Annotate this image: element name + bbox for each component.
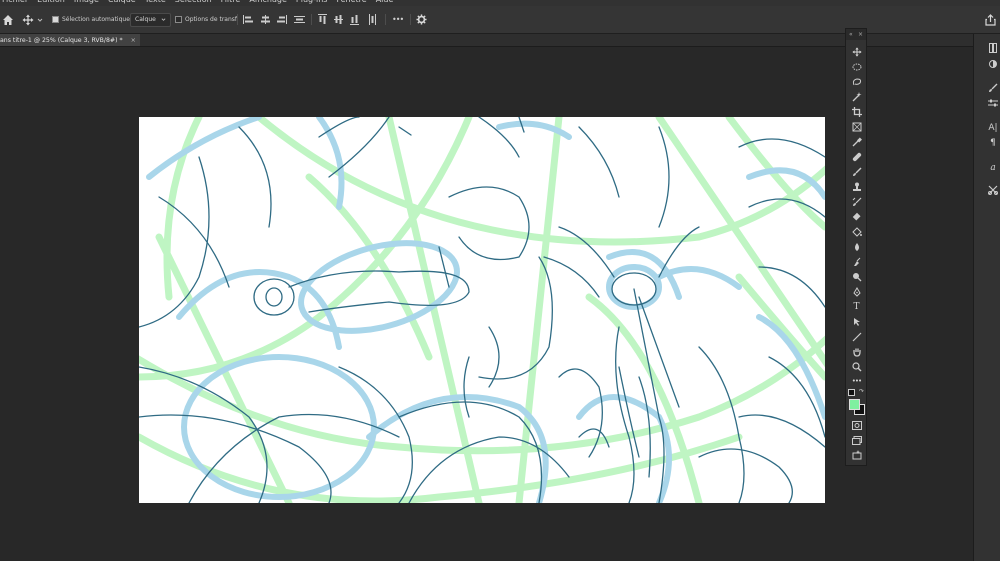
transform-label: Options de transf.: [185, 16, 239, 23]
generative-icon[interactable]: [849, 449, 864, 461]
adjustments-icon[interactable]: [986, 58, 1000, 70]
paint-bucket-tool-icon[interactable]: [849, 226, 864, 238]
target-dropdown[interactable]: Calque: [130, 12, 171, 27]
close-icon[interactable]: ×: [858, 31, 863, 38]
character-icon[interactable]: A|: [986, 122, 1000, 134]
pen-tool-icon[interactable]: [849, 286, 864, 298]
more-options-button[interactable]: •••: [392, 12, 404, 27]
auto-select-label: Sélection automatique :: [62, 16, 134, 23]
tools-panel-header: « ×: [846, 29, 866, 40]
menu-item[interactable]: Aide: [376, 0, 394, 4]
healing-brush-tool-icon[interactable]: [849, 151, 864, 163]
align-right-icon[interactable]: [276, 12, 287, 27]
brush-tool-icon[interactable]: [849, 166, 864, 178]
align-left-icon[interactable]: [243, 12, 254, 27]
hand-tool-icon[interactable]: [849, 346, 864, 358]
tool-presets-icon[interactable]: [986, 184, 1000, 196]
blur-tool-icon[interactable]: [849, 241, 864, 253]
type-tool-icon[interactable]: T: [849, 301, 864, 313]
distribute-v-icon[interactable]: [368, 12, 377, 27]
menu-item[interactable]: Texte: [145, 0, 166, 4]
transform-check[interactable]: [175, 16, 182, 23]
swap-colors-icon[interactable]: ↷: [859, 388, 864, 395]
document-title: ans titre-1 @ 25% (Calque 3, RVB/8#) *: [0, 36, 123, 44]
edit-toolbar-button[interactable]: •••: [849, 375, 864, 387]
auto-select-checkbox[interactable]: Sélection automatique :: [52, 12, 134, 27]
menu-item[interactable]: Sélection: [175, 0, 212, 4]
menu-items: Fichier Edition Image Calque Texte Sélection F…: [0, 0, 393, 4]
tools-panel: « × T ••• ↷: [845, 28, 867, 466]
share-icon[interactable]: [985, 12, 996, 27]
align-center-h-icon[interactable]: [260, 12, 271, 27]
history-brush-tool-icon[interactable]: [849, 196, 864, 208]
menu-item[interactable]: Filtre: [221, 0, 241, 4]
screen-mode-icon[interactable]: [849, 434, 864, 446]
divider: [410, 14, 411, 25]
right-panel-dock: A| ¶ a: [973, 34, 1000, 561]
sketch-artwork: [139, 117, 825, 503]
libraries-icon[interactable]: [986, 42, 1000, 54]
menu-item[interactable]: Edition: [37, 0, 65, 4]
menu-item[interactable]: Plug-ins: [296, 0, 328, 4]
path-selection-tool-icon[interactable]: [849, 316, 864, 328]
align-middle-v-icon[interactable]: [334, 12, 343, 27]
eyedropper-tool-icon[interactable]: [849, 136, 864, 148]
target-select[interactable]: Calque: [130, 12, 171, 27]
default-colors-icon[interactable]: [848, 389, 855, 396]
target-value: Calque: [135, 16, 156, 23]
divider: [385, 14, 386, 25]
divider: [311, 14, 312, 25]
eraser-tool-icon[interactable]: [849, 211, 864, 223]
menu-item[interactable]: Fichier: [2, 0, 28, 4]
menu-item[interactable]: Fenêtre: [336, 0, 366, 4]
quick-mask-icon[interactable]: [849, 419, 864, 431]
lasso-tool-icon[interactable]: [849, 76, 864, 88]
green-guides: [139, 117, 825, 503]
crop-tool-icon[interactable]: [849, 106, 864, 118]
document-tab-bar: ans titre-1 @ 25% (Calque 3, RVB/8#) * ×: [0, 34, 973, 47]
distribute-icon[interactable]: [294, 12, 305, 27]
marquee-tool-icon[interactable]: [849, 61, 864, 73]
frame-tool-icon[interactable]: [849, 121, 864, 133]
home-icon[interactable]: [2, 12, 14, 27]
menu-item[interactable]: Calque: [108, 0, 136, 4]
move-tool-preset-icon[interactable]: [22, 12, 34, 27]
menu-item[interactable]: Image: [74, 0, 99, 4]
paragraph-icon[interactable]: ¶: [986, 137, 1000, 149]
close-icon[interactable]: ×: [131, 37, 136, 44]
dodge-tool-icon[interactable]: [849, 271, 864, 283]
glyphs-icon[interactable]: a: [986, 162, 1000, 174]
align-top-icon[interactable]: [318, 12, 327, 27]
menu-item[interactable]: Affichage: [249, 0, 287, 4]
brush-settings-icon[interactable]: [986, 82, 1000, 94]
document-canvas[interactable]: [139, 117, 825, 503]
foreground-color-swatch[interactable]: [849, 399, 860, 410]
document-tab[interactable]: ans titre-1 @ 25% (Calque 3, RVB/8#) * ×: [0, 34, 140, 46]
sliders-icon[interactable]: [986, 97, 1000, 109]
auto-select-check[interactable]: [52, 16, 59, 23]
preset-chevron-down-icon[interactable]: [37, 12, 43, 27]
collapse-icon[interactable]: «: [849, 31, 853, 38]
smudge-tool-icon[interactable]: [849, 256, 864, 268]
magic-wand-tool-icon[interactable]: [849, 91, 864, 103]
move-tool-icon[interactable]: [849, 46, 864, 58]
gear-icon[interactable]: [416, 12, 427, 27]
transform-controls-checkbox[interactable]: Options de transf.: [175, 12, 238, 27]
chevron-down-icon: [161, 18, 166, 21]
divider: [237, 14, 238, 25]
clone-stamp-tool-icon[interactable]: [849, 181, 864, 193]
zoom-tool-icon[interactable]: [849, 361, 864, 373]
line-tool-icon[interactable]: [849, 331, 864, 343]
align-bottom-icon[interactable]: [350, 12, 359, 27]
